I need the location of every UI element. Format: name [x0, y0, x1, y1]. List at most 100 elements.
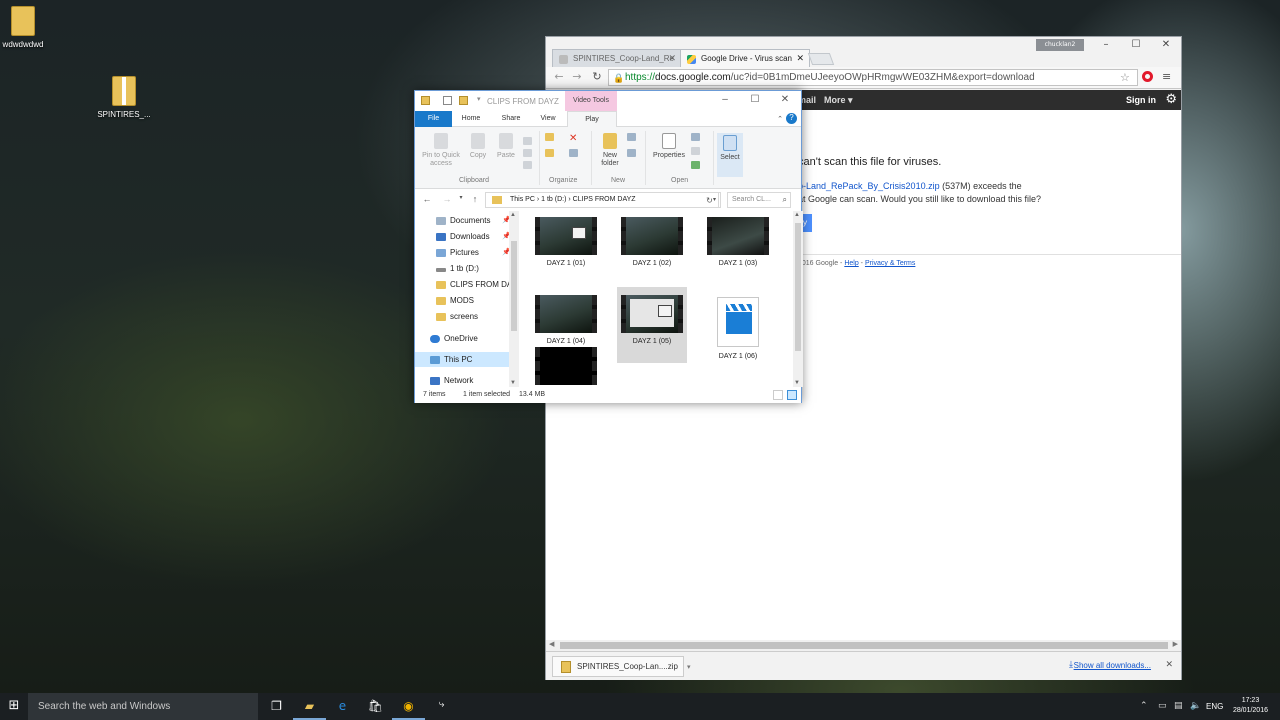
delete-icon[interactable]: ✕ — [569, 133, 578, 144]
nav-item-network[interactable]: Network — [429, 373, 503, 388]
help-icon[interactable]: ? — [786, 113, 797, 124]
scroll-left-icon[interactable]: ◀ — [549, 640, 554, 648]
file-item-dayz-05[interactable]: DAYZ 1 (05) — [617, 287, 687, 363]
edge-icon[interactable]: e — [326, 693, 359, 720]
show-all-downloads-link[interactable]: Show all downloads... — [1074, 661, 1151, 670]
file-item-dayz-06[interactable]: DAYZ 1 (06) — [703, 291, 773, 367]
file-list-scrollbar[interactable]: ▲ ▼ — [793, 211, 803, 387]
up-icon[interactable]: ↑ — [469, 194, 481, 204]
easy-access-icon[interactable] — [627, 149, 636, 157]
app-taskbar-icon[interactable]: ⤷ — [425, 693, 458, 720]
pin-to-quick-access-button[interactable]: Pin to Quick access — [419, 133, 463, 168]
battery-icon[interactable]: ▭ — [1158, 701, 1167, 711]
file-item-dayz-03[interactable]: DAYZ 1 (03) — [703, 213, 773, 289]
new-folder-button[interactable]: New folder — [595, 133, 625, 168]
taskbar-search-box[interactable]: Search the web and Windows — [28, 693, 258, 720]
clock[interactable]: 17:23 28/01/2016 — [1233, 696, 1268, 716]
desktop-icon-wdwdwdwd[interactable]: wdwdwdwd — [0, 6, 58, 49]
edit-icon[interactable] — [691, 147, 700, 155]
large-icons-view-icon[interactable] — [787, 390, 797, 400]
close-button[interactable]: ✕ — [1151, 39, 1181, 50]
tab-file[interactable]: File — [415, 111, 452, 127]
nav-item-downloads[interactable]: Downloads 📌 — [435, 229, 509, 244]
scroll-down-icon[interactable]: ▼ — [794, 380, 800, 386]
move-to-icon[interactable] — [545, 133, 554, 141]
tab-share[interactable]: Share — [495, 111, 527, 127]
back-icon[interactable]: ← — [550, 70, 568, 83]
chrome-tab-spintires[interactable]: SPINTIRES_Coop-Land_Re ✕ — [552, 49, 682, 68]
close-tab-icon[interactable]: ✕ — [668, 53, 676, 64]
select-button[interactable]: Select — [717, 133, 743, 177]
chevron-down-icon[interactable]: ▾ — [687, 663, 691, 671]
history-icon[interactable] — [691, 161, 700, 169]
nav-item-drive-d[interactable]: 1 tb (D:) — [435, 261, 509, 276]
breadcrumb-item[interactable]: This PC — [510, 196, 535, 203]
chevron-up-icon[interactable]: ⌃ — [1140, 701, 1148, 711]
nav-item-documents[interactable]: Documents 📌 — [435, 213, 509, 228]
breadcrumb-item[interactable]: CLIPS FROM DAYZ — [573, 196, 636, 203]
nav-item-mods[interactable]: MODS — [435, 293, 509, 308]
minimize-button[interactable]: – — [1091, 39, 1121, 50]
open-icon[interactable] — [691, 133, 700, 141]
nav-item-onedrive[interactable]: OneDrive — [429, 331, 503, 346]
paste-button[interactable]: Paste — [495, 133, 517, 160]
download-item[interactable]: SPINTIRES_Coop-Lan....zip ▾ — [552, 656, 691, 677]
more-link[interactable]: More ▾ — [824, 95, 853, 106]
rename-icon[interactable] — [569, 149, 578, 157]
new-item-icon[interactable] — [627, 133, 636, 141]
network-icon[interactable]: ▤ — [1174, 701, 1183, 711]
scroll-down-icon[interactable]: ▼ — [510, 380, 516, 386]
nav-item-screens[interactable]: screens — [435, 309, 509, 324]
scrollbar-thumb[interactable] — [560, 642, 1168, 649]
store-icon[interactable]: 🛍 — [359, 693, 392, 720]
tab-view[interactable]: View — [533, 111, 563, 127]
copy-to-icon[interactable] — [545, 149, 554, 157]
close-tab-icon[interactable]: ✕ — [796, 53, 804, 64]
scroll-up-icon[interactable]: ▲ — [510, 212, 516, 218]
chrome-menu-icon[interactable]: ≡ — [1162, 70, 1171, 83]
properties-button[interactable]: Properties — [649, 133, 689, 160]
scroll-right-icon[interactable]: ▶ — [1173, 640, 1178, 648]
file-item-dayz-02[interactable]: DAYZ 1 (02) — [617, 213, 687, 289]
maximize-button[interactable]: ☐ — [1121, 39, 1151, 50]
breadcrumb-item[interactable]: 1 tb (D:) — [541, 196, 566, 203]
task-view-icon[interactable]: ❐ — [260, 693, 293, 720]
new-tab-button[interactable] — [807, 53, 835, 65]
minimize-button[interactable]: – — [711, 94, 739, 105]
tab-play[interactable]: Play — [567, 111, 617, 127]
volume-icon[interactable]: 🔈 — [1190, 701, 1201, 711]
search-input[interactable]: Search CL... ⌕ — [727, 192, 791, 208]
file-explorer-taskbar-icon[interactable]: ▰ — [293, 693, 326, 720]
maximize-button[interactable]: ☐ — [741, 94, 769, 105]
close-shelf-icon[interactable]: ✕ — [1165, 660, 1173, 670]
gear-icon[interactable]: ⚙ — [1165, 92, 1177, 107]
refresh-icon[interactable]: ↻ — [701, 192, 719, 208]
bookmark-star-icon[interactable]: ☆ — [1120, 71, 1130, 84]
copy-path-icon[interactable] — [523, 149, 532, 157]
opera-extension-icon[interactable] — [1142, 71, 1153, 82]
breadcrumb[interactable]: This PC › 1 tb (D:) › CLIPS FROM DAYZ ▾ — [485, 192, 721, 208]
desktop-icon-spintires[interactable]: SPINTIRES_... — [89, 76, 159, 119]
sign-in-link[interactable]: Sign in — [1126, 95, 1156, 105]
file-item-dayz-07[interactable] — [531, 343, 601, 387]
scroll-up-icon[interactable]: ▲ — [794, 212, 800, 218]
help-link[interactable]: Help — [844, 260, 858, 267]
chrome-tab-virus-scan[interactable]: Google Drive - Virus scan ✕ — [680, 49, 810, 68]
nav-item-pictures[interactable]: Pictures 📌 — [435, 245, 509, 260]
recent-locations-icon[interactable]: ▾ — [455, 194, 467, 201]
scrollbar-thumb[interactable] — [511, 241, 517, 331]
privacy-terms-link[interactable]: Privacy & Terms — [865, 260, 915, 267]
chevron-up-icon[interactable]: ⌃ — [777, 115, 783, 123]
copy-button[interactable]: Copy — [467, 133, 489, 160]
file-item-dayz-01[interactable]: DAYZ 1 (01) — [531, 213, 601, 289]
nav-item-clips-from-dayz[interactable]: CLIPS FROM DAYZ — [435, 277, 509, 292]
scrollbar-thumb[interactable] — [795, 223, 801, 351]
horizontal-scrollbar[interactable]: ◀ ▶ — [546, 640, 1181, 651]
nav-scrollbar[interactable]: ▲ ▼ — [509, 211, 519, 387]
close-button[interactable]: ✕ — [771, 94, 799, 105]
file-name-link[interactable]: p-Land_RePack_By_Crisis2010.zip — [798, 181, 940, 191]
paste-shortcut-icon[interactable] — [523, 161, 532, 169]
reload-icon[interactable]: ↻ — [588, 70, 606, 83]
chrome-user-badge[interactable]: chucklan2 — [1036, 39, 1084, 51]
nav-item-this-pc[interactable]: This PC — [415, 352, 509, 367]
